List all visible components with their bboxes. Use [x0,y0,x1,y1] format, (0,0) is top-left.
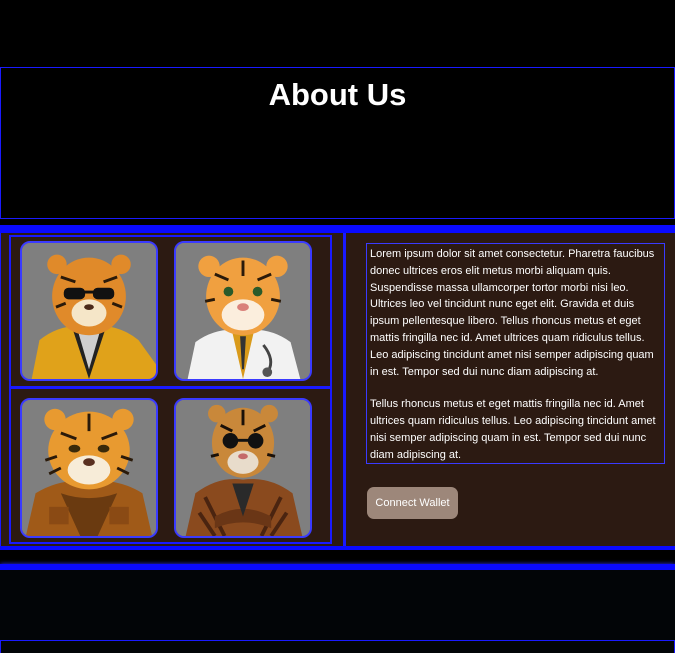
tiger-suit-image [174,398,312,538]
about-paragraph-2: Tellus rhoncus metus et eget mattis frin… [370,398,656,461]
tiger-doctor-image [174,241,312,381]
gallery-row-divider [11,386,332,389]
about-text-box: Lorem ipsum dolor sit amet consectetur. … [366,243,665,464]
tiger-sunglasses-image [20,241,158,381]
tiger-leather-jacket-image [20,398,158,538]
footer-panel-edge [0,640,675,653]
about-paragraph-1: Lorem ipsum dolor sit amet consectetur. … [370,248,655,378]
divider-band [0,225,675,233]
page-title: About Us [268,77,407,112]
column-divider [343,233,346,546]
divider-band [0,546,675,550]
connect-wallet-button[interactable]: Connect Wallet [367,487,458,519]
